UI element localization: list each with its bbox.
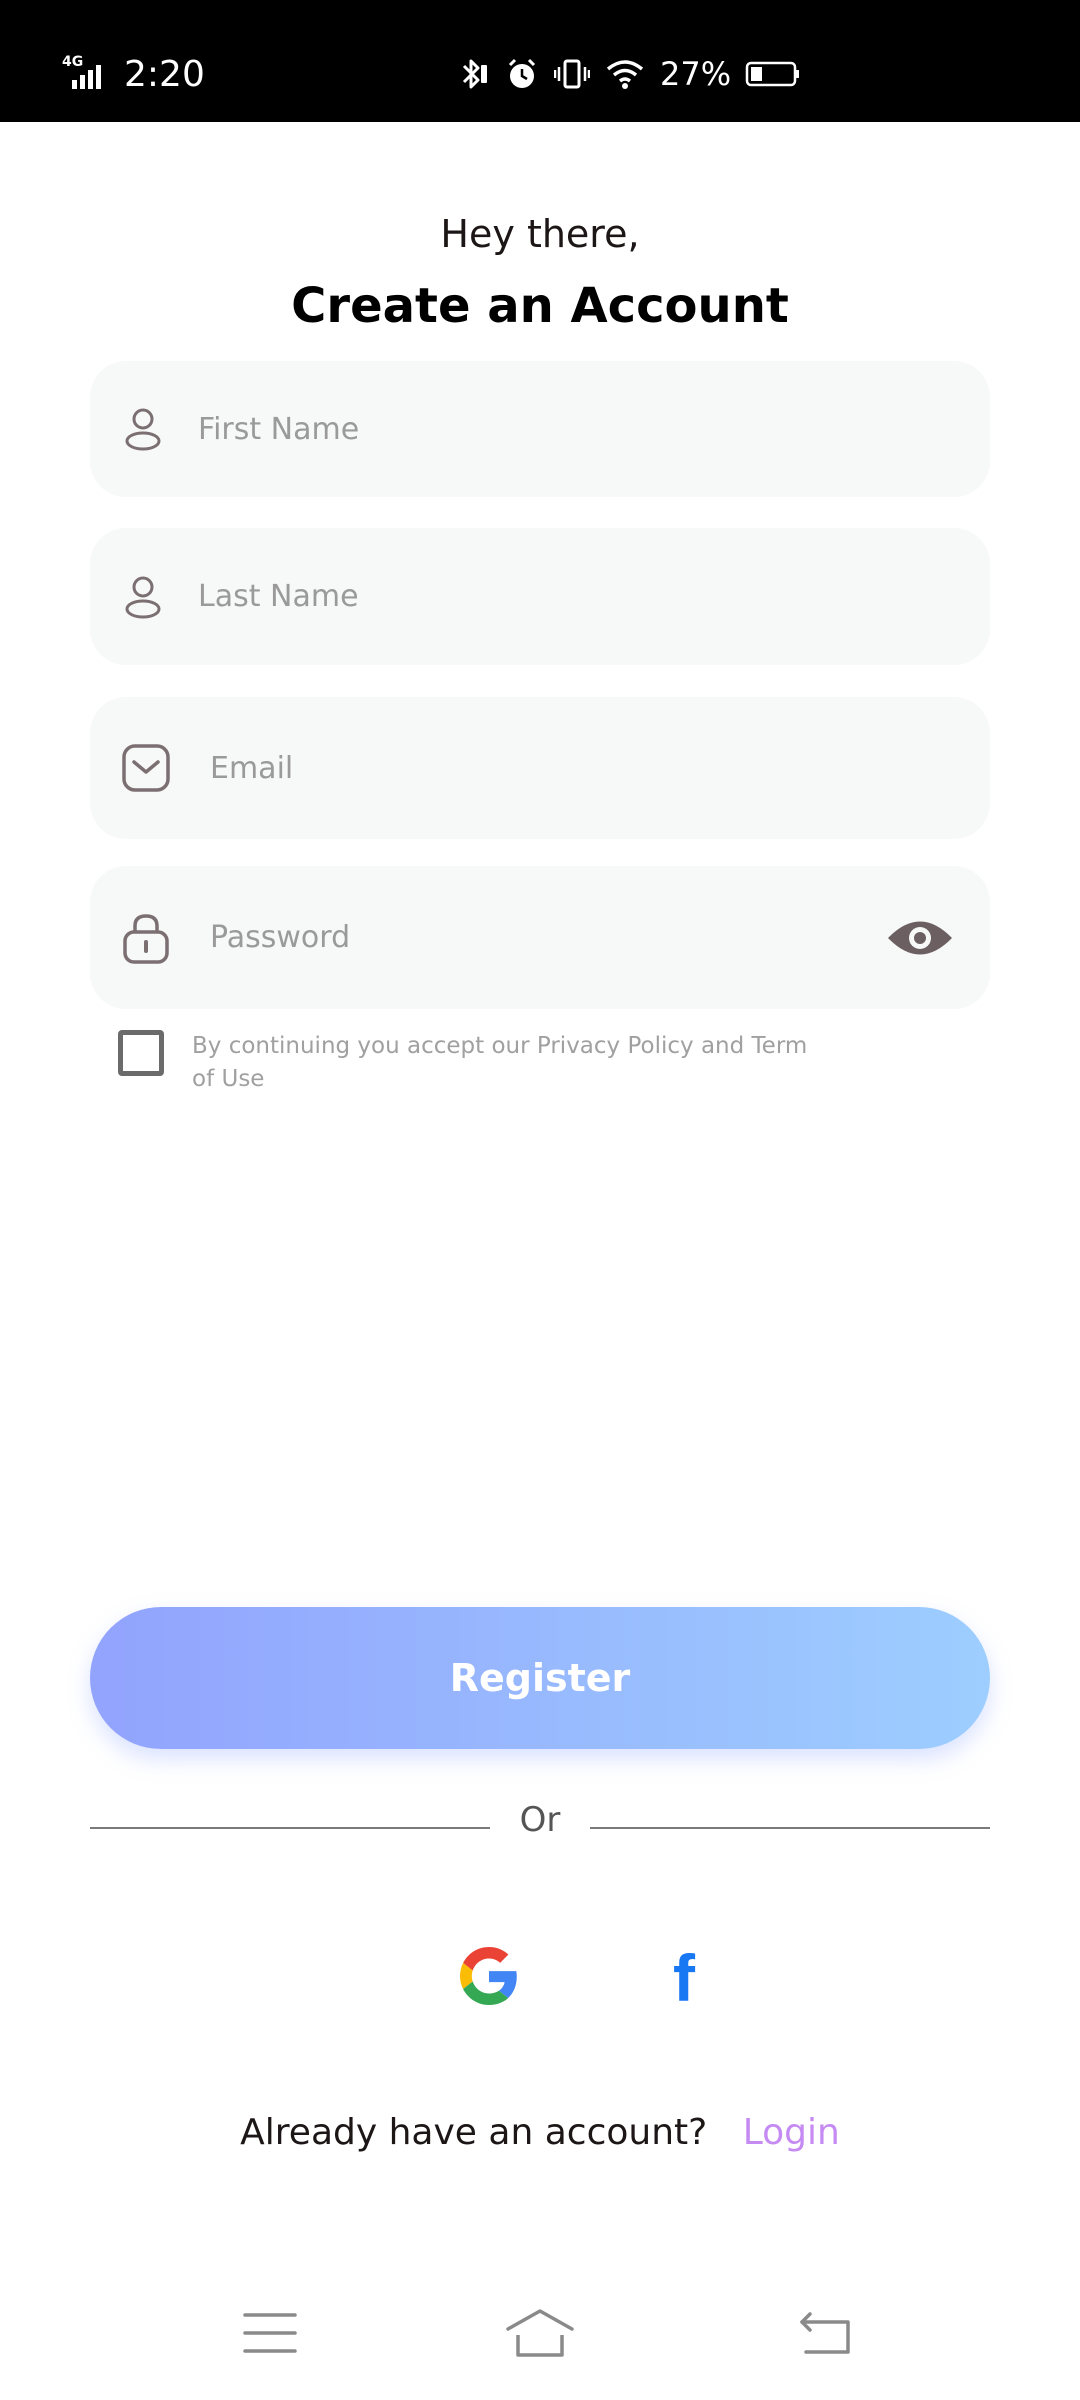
alarm-icon — [506, 57, 538, 91]
user-icon — [123, 406, 163, 452]
google-icon — [460, 1947, 518, 2009]
page-title: Create an Account — [291, 278, 789, 334]
terms-checkbox[interactable] — [118, 1030, 164, 1076]
email-input[interactable] — [210, 697, 960, 839]
register-button[interactable]: Register — [90, 1607, 990, 1749]
status-bar: 4G 2:20 27% — [0, 0, 1080, 122]
terms-text: By continuing you accept our Privacy Pol… — [192, 1033, 808, 1092]
first-name-input[interactable] — [198, 361, 958, 497]
battery-percentage: 27% — [660, 55, 732, 93]
user-icon — [123, 574, 163, 620]
email-field[interactable] — [90, 697, 990, 839]
status-time: 2:20 — [124, 53, 205, 95]
status-left: 4G 2:20 — [62, 46, 205, 102]
facebook-icon: f — [673, 1941, 695, 2015]
eye-icon[interactable] — [886, 915, 954, 961]
signal-icon: 4G — [62, 52, 112, 96]
facebook-login-button[interactable]: f — [654, 1941, 714, 2015]
lock-icon — [121, 911, 171, 965]
first-name-field[interactable] — [90, 361, 990, 497]
password-field[interactable] — [90, 866, 990, 1009]
password-input[interactable] — [210, 866, 830, 1009]
menu-icon — [243, 2311, 297, 2359]
status-right: 27% — [458, 46, 817, 102]
mail-icon — [121, 743, 171, 793]
login-row: Already have an account? Login — [0, 2112, 1080, 2153]
wifi-icon — [606, 58, 644, 90]
bluetooth-icon — [458, 56, 490, 92]
google-login-button[interactable] — [459, 1947, 519, 2009]
back-nav-button[interactable] — [796, 2305, 856, 2365]
last-name-input[interactable] — [198, 528, 958, 665]
battery-icon — [745, 60, 801, 88]
vibrate-icon — [554, 57, 590, 91]
menu-nav-button[interactable] — [240, 2305, 300, 2365]
login-question: Already have an account? — [240, 2112, 708, 2153]
greeting-text: Hey there, — [440, 212, 640, 256]
divider-label: Or — [519, 1800, 561, 1840]
divider-line-left — [90, 1827, 490, 1829]
last-name-field[interactable] — [90, 528, 990, 665]
svg-text:4G: 4G — [62, 54, 83, 70]
home-icon — [504, 2307, 576, 2363]
back-icon — [798, 2310, 854, 2360]
login-link[interactable]: Login — [743, 2112, 840, 2153]
divider-line-right — [590, 1827, 990, 1829]
home-nav-button[interactable] — [504, 2305, 576, 2365]
